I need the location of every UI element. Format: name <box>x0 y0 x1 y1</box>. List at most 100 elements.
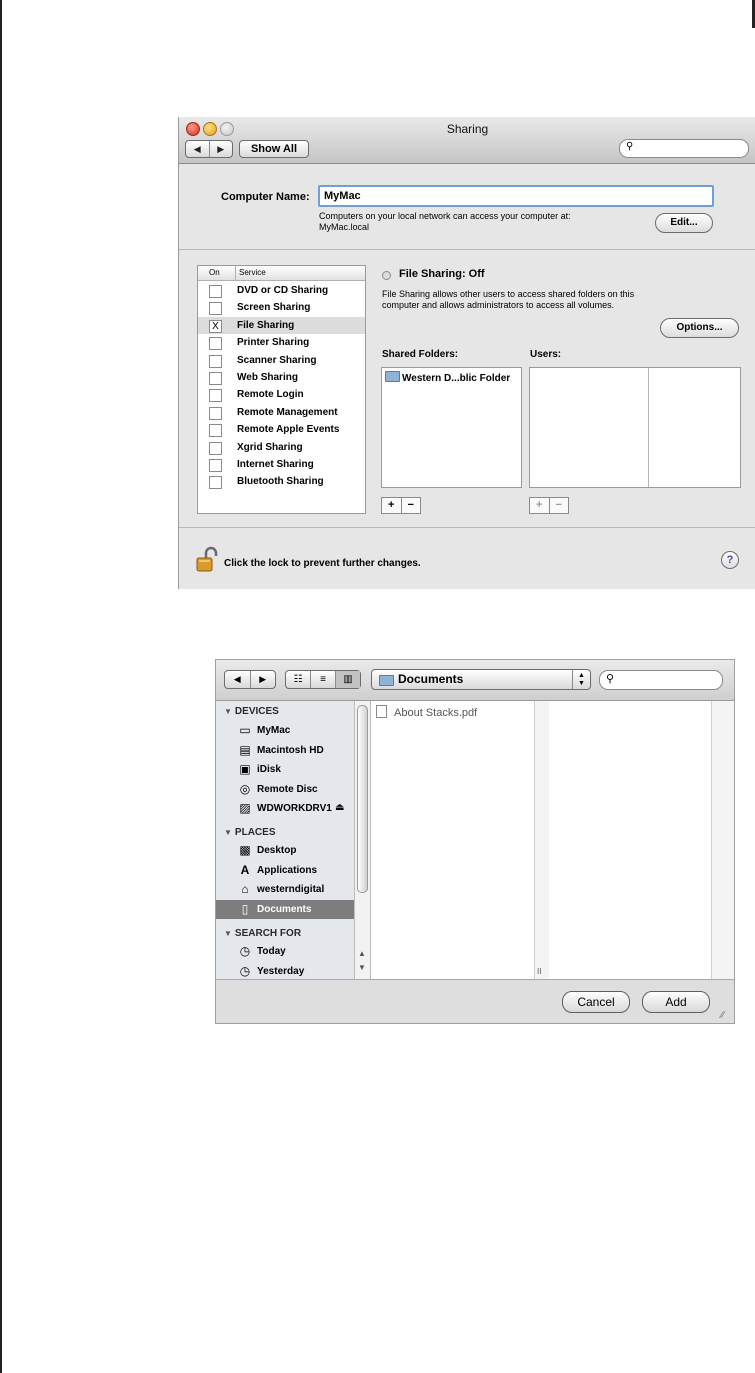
service-checkbox[interactable] <box>209 302 222 316</box>
column-scrollbar[interactable] <box>711 701 734 979</box>
open-panel-footer: Cancel Add ∕∕ <box>216 979 734 1023</box>
sidebar-item-mymac[interactable]: ▭ MyMac <box>216 721 354 740</box>
places-header[interactable]: ▼ PLACES <box>224 827 275 838</box>
service-checkbox[interactable] <box>209 354 222 368</box>
lock-icon[interactable] <box>195 546 219 573</box>
browser-column <box>549 701 711 979</box>
service-checkbox[interactable] <box>209 285 222 298</box>
service-row[interactable]: X File Sharing <box>198 316 365 334</box>
sidebar-item-label: Remote Disc <box>257 783 318 795</box>
service-name: File Sharing <box>237 319 295 331</box>
add-button[interactable]: Add <box>642 991 710 1013</box>
sidebar-item-label: iDisk <box>257 764 281 775</box>
sidebar-item-today[interactable]: ◷ Today <box>216 942 354 961</box>
computer-name-input[interactable]: MyMac <box>318 185 714 207</box>
file-item[interactable]: About Stacks.pdf <box>376 705 477 719</box>
back-arrow-icon[interactable]: ◀ <box>225 671 251 688</box>
service-row[interactable]: Scanner Sharing <box>198 352 365 369</box>
service-checkbox[interactable] <box>209 337 222 351</box>
service-name: Remote Apple Events <box>237 424 340 436</box>
sidebar-item-applications[interactable]: A Applications <box>216 861 354 880</box>
column-scrollbar[interactable] <box>534 701 549 979</box>
service-row[interactable]: Remote Login <box>198 386 365 403</box>
resize-grip-icon[interactable]: ∕∕ <box>721 1010 724 1021</box>
scroll-up-icon[interactable]: ▲ <box>358 949 366 958</box>
applications-icon: A <box>240 862 250 877</box>
service-name: Scanner Sharing <box>237 354 317 366</box>
service-checkbox[interactable] <box>209 459 222 472</box>
sidebar-item-label: Yesterday <box>257 965 305 977</box>
column-view-icon[interactable]: ▥ <box>336 671 360 688</box>
search-for-header-label: SEARCH FOR <box>234 928 302 939</box>
remove-folder-button[interactable]: − <box>402 498 421 513</box>
options-button[interactable]: Options... <box>660 318 739 338</box>
search-field[interactable]: ⚲ <box>619 139 749 158</box>
sidebar-item-label: Desktop <box>257 845 297 856</box>
sidebar-item-desktop[interactable]: ▩ Desktop <box>216 841 354 860</box>
shared-folders-list[interactable]: Western D...blic Folder <box>381 367 522 488</box>
sidebar-item-label: Documents <box>257 903 312 915</box>
service-column-header[interactable]: Service <box>235 266 266 280</box>
scroll-down-icon[interactable]: ▼ <box>358 963 366 972</box>
computer-name-label: Computer Name: <box>221 191 310 203</box>
add-user-button[interactable]: + <box>530 498 550 513</box>
list-view-icon[interactable]: ≡ <box>311 671 336 688</box>
clock-icon: ◷ <box>239 963 251 978</box>
service-checkbox[interactable] <box>209 372 222 385</box>
sidebar-item-macintosh-hd[interactable]: ▤ Macintosh HD <box>216 741 354 760</box>
cancel-button[interactable]: Cancel <box>562 991 630 1013</box>
sharing-window: Sharing ◀ ▶ Show All ⚲ Computer Name: My… <box>178 117 755 589</box>
users-list[interactable] <box>529 367 741 488</box>
scroll-thumb[interactable] <box>357 705 368 893</box>
forward-arrow-icon[interactable]: ▶ <box>210 141 233 157</box>
search-field[interactable]: ⚲ <box>599 670 723 690</box>
shared-folder-item[interactable]: Western D...blic Folder <box>385 371 510 384</box>
devices-header[interactable]: ▼ DEVICES <box>224 706 279 717</box>
search-for-header[interactable]: ▼ SEARCH FOR <box>224 928 301 939</box>
service-checkbox[interactable]: X <box>209 319 222 333</box>
service-name: Web Sharing <box>237 372 298 383</box>
icon-view-icon[interactable]: ☷ <box>286 671 311 688</box>
places-header-label: PLACES <box>234 827 276 838</box>
service-row[interactable]: Remote Apple Events <box>198 421 365 438</box>
sidebar-item-documents[interactable]: ▯ Documents <box>216 899 354 919</box>
sidebar-scrollbar[interactable]: ▲ ▼ <box>354 701 371 979</box>
add-folder-button[interactable]: + <box>382 498 402 513</box>
sidebar-item-label: MyMac <box>257 725 291 736</box>
location-popup[interactable]: Documents ▲ ▼ <box>371 669 591 690</box>
service-row[interactable]: Printer Sharing <box>198 334 365 351</box>
service-row[interactable]: Screen Sharing <box>198 299 365 316</box>
sidebar-item-label: WDWORKDRV1 <box>257 803 332 814</box>
sidebar-item-yesterday[interactable]: ◷ Yesterday <box>216 962 354 981</box>
on-column-header[interactable]: On <box>209 268 220 277</box>
back-arrow-icon[interactable]: ◀ <box>186 141 210 157</box>
service-checkbox[interactable] <box>209 389 222 403</box>
column-resize-handle[interactable]: II <box>537 967 541 976</box>
service-checkbox[interactable] <box>209 441 222 455</box>
remove-user-button[interactable]: − <box>550 498 569 513</box>
edit-button[interactable]: Edit... <box>655 213 713 233</box>
back-forward-control: ◀ ▶ <box>224 670 276 689</box>
service-row[interactable]: Remote Management <box>198 404 365 421</box>
window-title: Sharing <box>446 122 489 136</box>
sidebar-item-wdworkdrv1[interactable]: ▨ WDWORKDRV1 ⏏ <box>216 799 354 818</box>
service-row[interactable]: Xgrid Sharing <box>198 439 365 456</box>
eject-icon[interactable]: ⏏ <box>335 802 344 813</box>
sidebar-item-westerndigital[interactable]: ⌂ westerndigital <box>216 880 354 899</box>
service-checkbox[interactable] <box>209 406 222 420</box>
service-row[interactable]: DVD or CD Sharing <box>198 282 365 299</box>
divider <box>179 527 755 528</box>
service-checkbox[interactable] <box>209 424 222 438</box>
sidebar-item-idisk[interactable]: ▣ iDisk <box>216 760 354 779</box>
forward-arrow-icon[interactable]: ▶ <box>251 671 276 688</box>
file-sharing-description: File Sharing allows other users to acces… <box>382 289 635 310</box>
service-row[interactable]: Internet Sharing <box>198 456 365 473</box>
service-row[interactable]: Web Sharing <box>198 369 365 386</box>
sidebar-item-remote-disc[interactable]: ◎ Remote Disc <box>216 780 354 799</box>
show-all-button[interactable]: Show All <box>239 140 309 158</box>
file-sharing-status: File Sharing: Off <box>399 268 485 280</box>
service-row[interactable]: Bluetooth Sharing <box>198 473 365 490</box>
service-checkbox[interactable] <box>209 476 222 490</box>
users-column-divider <box>648 368 649 487</box>
help-button[interactable]: ? <box>721 551 739 569</box>
